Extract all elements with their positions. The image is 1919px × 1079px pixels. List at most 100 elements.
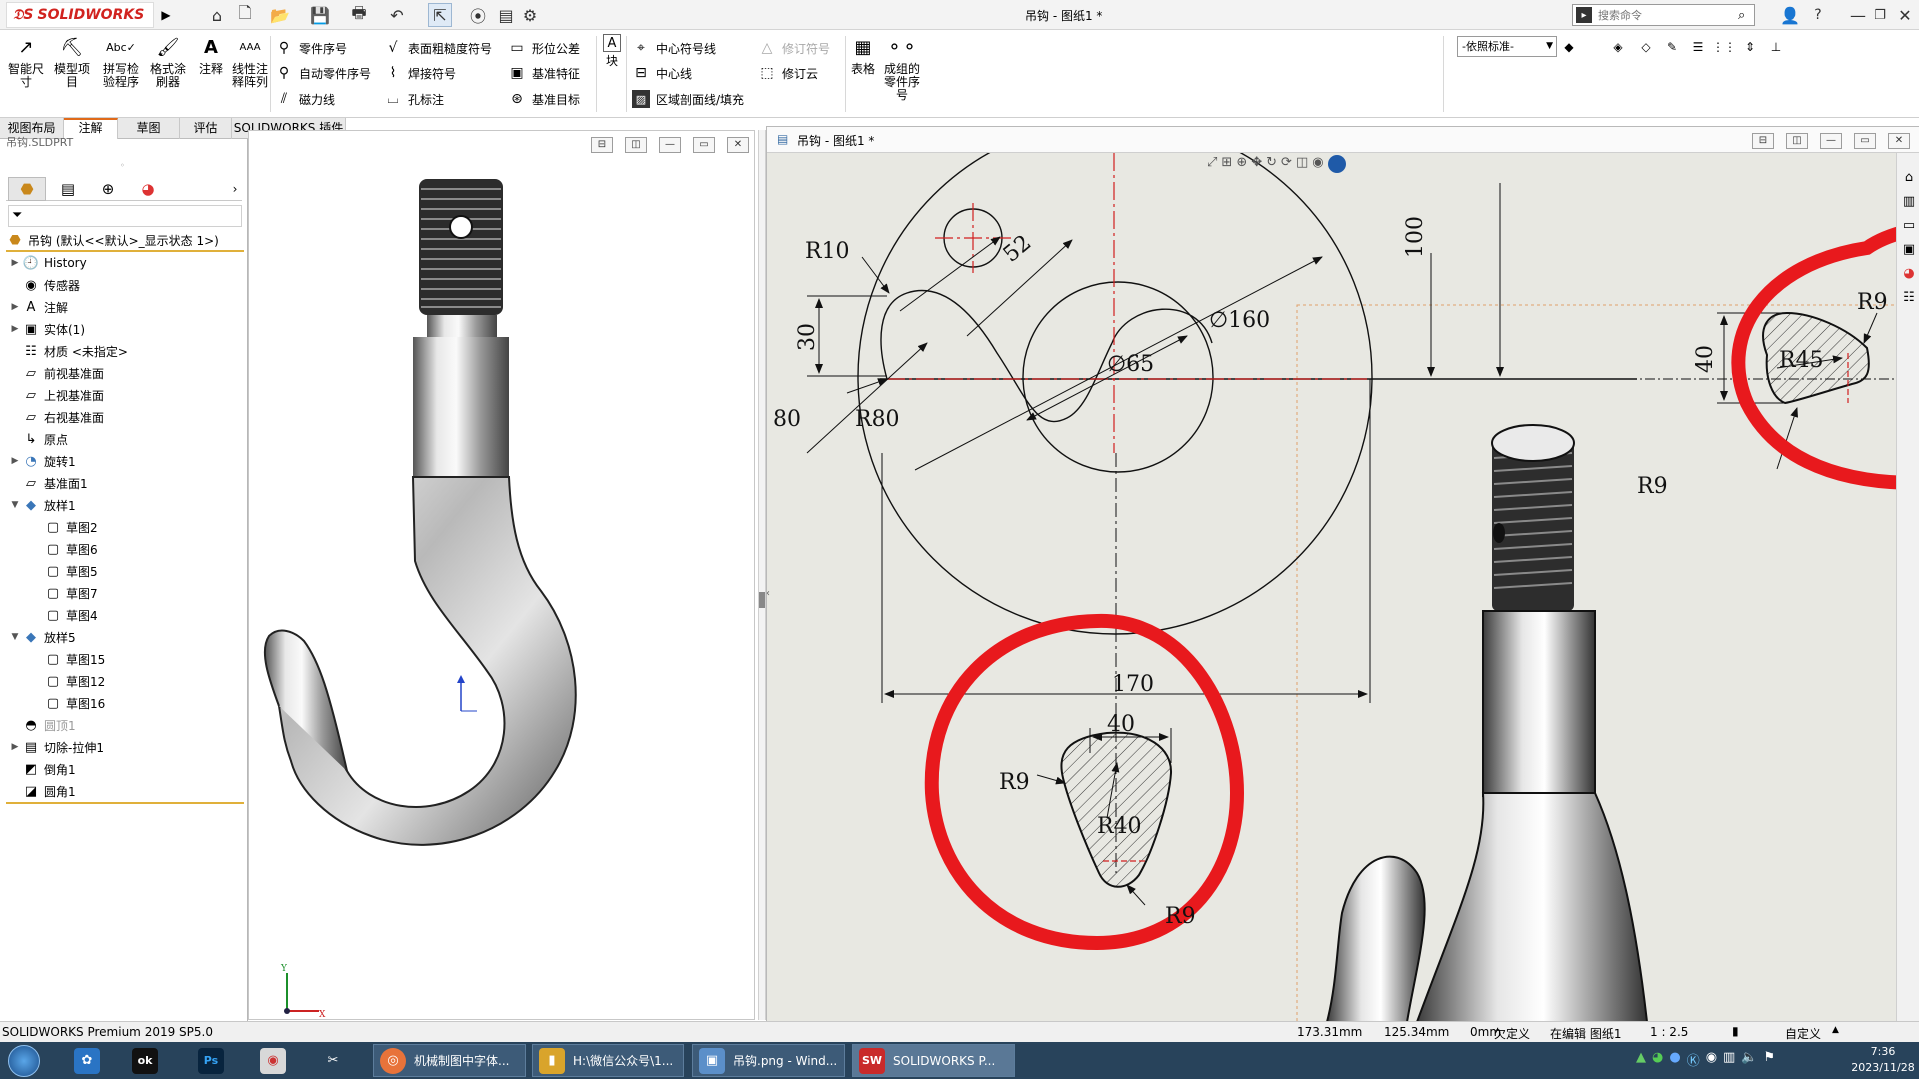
align-icon[interactable]: ⊥ xyxy=(1766,38,1786,56)
print-icon[interactable]: 🖶 xyxy=(347,3,371,27)
tray-wechat-icon[interactable]: ◕ xyxy=(1652,1050,1663,1069)
feature-tree-item[interactable]: ▶ ▣ 实体(1) xyxy=(8,318,85,340)
line-color-icon[interactable]: ◈ xyxy=(1608,38,1628,56)
feature-tree-root[interactable]: ⬣ 吊钩 (默认<<默认>_显示状态 1>) xyxy=(6,230,244,252)
datum-target-button[interactable]: ⊛ 基准目标 xyxy=(508,88,580,110)
tab-evaluate[interactable]: 评估 xyxy=(180,118,232,139)
open-icon[interactable]: 📂 xyxy=(268,3,292,27)
layer-select[interactable]: -依照标准- ▼ xyxy=(1457,36,1557,57)
revision-cloud-button[interactable]: ⬚ 修订云 xyxy=(758,62,818,84)
tray-k-icon[interactable]: Ⓚ xyxy=(1687,1050,1700,1069)
spell-checker-button[interactable]: Abc✓ 拼写检 验程序 xyxy=(99,34,143,89)
undo-icon[interactable]: ↶ xyxy=(385,3,409,27)
zoom-to-area-icon[interactable]: ⊞ xyxy=(1221,155,1232,177)
feature-tree-item[interactable]: ▢ 草图5 xyxy=(30,560,98,582)
feature-tree-item[interactable]: ▢ 草图16 xyxy=(30,692,105,714)
user-icon[interactable]: 👤 xyxy=(1778,3,1802,27)
drawing-left-splitter[interactable]: ‹ xyxy=(766,588,778,628)
geometric-tolerance-button[interactable]: ▭ 形位公差 xyxy=(508,37,580,59)
linear-note-pattern-button[interactable]: AAA 线性注 释阵列 xyxy=(228,34,272,89)
appearances-icon[interactable]: ◕ xyxy=(1899,263,1919,283)
pan-icon[interactable]: ✥ xyxy=(1251,155,1262,177)
feature-manager-tab-icon[interactable]: ⬣ xyxy=(8,177,46,201)
taskbar-pinned-4[interactable]: ◉ xyxy=(254,1044,294,1077)
redraw-icon[interactable]: ⟳ xyxy=(1281,155,1292,177)
expand-arrow-icon[interactable]: ▼ xyxy=(8,632,22,642)
solidworks-resources-icon[interactable]: ⌂ xyxy=(1899,167,1919,187)
hide-show-items-icon[interactable]: ◉ xyxy=(1312,155,1323,177)
balloon-button[interactable]: ⚲ 零件序号 xyxy=(275,37,347,59)
clock[interactable]: 7:36 2023/11/28 xyxy=(1848,1044,1918,1076)
taskbar-pinned-1[interactable]: ✿ xyxy=(68,1044,108,1077)
solidworks-logo[interactable]: 𝔇S SOLIDWORKS xyxy=(6,2,154,28)
tray-network-icon[interactable]: ▥ xyxy=(1723,1050,1735,1069)
taskbar-pinned-3[interactable]: Ps xyxy=(192,1044,232,1077)
viewport-splitter[interactable] xyxy=(758,130,766,1020)
expand-arrow-icon[interactable]: ▶ xyxy=(8,302,22,312)
traffic-light-icon[interactable]: ⦿ xyxy=(466,3,490,27)
property-manager-tab-icon[interactable]: ▤ xyxy=(50,177,86,201)
drawing-tile-vertical-icon[interactable]: ◫ xyxy=(1786,133,1808,149)
tray-green-icon[interactable]: ▲ xyxy=(1636,1050,1646,1069)
taskbar-window-4[interactable]: SW SOLIDWORKS P... xyxy=(852,1044,1015,1077)
taskbar-pinned-5[interactable]: ✂ xyxy=(314,1044,354,1077)
tray-blue-icon[interactable]: ● xyxy=(1669,1050,1680,1069)
weld-symbol-button[interactable]: ⌇ 焊接符号 xyxy=(384,62,456,84)
feature-tree-item[interactable]: ◓ 圆顶1 xyxy=(8,714,75,736)
expand-arrow-icon[interactable]: ▶ xyxy=(8,324,22,334)
configuration-manager-tab-icon[interactable]: ⊕ xyxy=(90,177,126,201)
feature-tree-item[interactable]: ▢ 草图15 xyxy=(30,648,105,670)
hook-isometric-view[interactable] xyxy=(1325,424,1649,1022)
feature-tree-item[interactable]: ◪ 圆角1 xyxy=(8,780,76,802)
rebuild-icon[interactable]: ▮ xyxy=(1732,1024,1739,1038)
hide-show-edges-icon[interactable]: ☰ xyxy=(1688,38,1708,56)
minimize-icon[interactable]: — xyxy=(1846,3,1870,27)
hole-callout-button[interactable]: ⌴ 孔标注 xyxy=(384,88,444,110)
options-gear-icon[interactable]: ⚙ xyxy=(518,3,542,27)
taskbar-window-1[interactable]: ◎ 机械制图中字体... xyxy=(373,1044,526,1077)
restore-icon[interactable]: ❐ xyxy=(1868,3,1892,27)
line-thickness-icon[interactable]: ◇ xyxy=(1636,38,1656,56)
appearance-sphere-icon[interactable] xyxy=(1327,155,1346,173)
close-icon[interactable]: ✕ xyxy=(1893,3,1917,27)
feature-tree-item[interactable]: ▱ 基准面1 xyxy=(8,472,88,494)
layer-properties-icon[interactable]: ◆ xyxy=(1560,38,1578,56)
splitter-grip-icon[interactable] xyxy=(759,592,765,608)
drawing-maximize-icon[interactable]: ▭ xyxy=(1854,133,1876,149)
model-viewport[interactable]: ⊟ ◫ — ▭ ✕ Y X xyxy=(248,130,755,1020)
panel-expand-arrow-icon[interactable]: › xyxy=(228,177,242,201)
custom-properties-icon[interactable]: ☷ xyxy=(1899,287,1919,307)
centerline-button[interactable]: ⊟ 中心线 xyxy=(632,62,692,84)
start-button-icon[interactable] xyxy=(8,1045,40,1077)
design-library-icon[interactable]: ▥ xyxy=(1899,191,1919,211)
command-search-box[interactable]: ▸ ⌕ xyxy=(1572,4,1755,26)
expand-arrow-icon[interactable]: ▶ xyxy=(8,258,22,268)
magnetic-line-button[interactable]: ⫽ 磁力线 xyxy=(275,88,335,110)
color-display-mode-icon[interactable]: ⋮⋮ xyxy=(1712,38,1736,56)
datum-feature-button[interactable]: ▣ 基准特征 xyxy=(508,62,580,84)
model-items-button[interactable]: ⛏ 模型项 目 xyxy=(50,34,94,89)
save-icon[interactable]: 💾 xyxy=(308,3,332,27)
search-icon[interactable]: ⌕ xyxy=(1738,8,1745,23)
zoom-to-fit-icon[interactable]: ⤢ xyxy=(1207,155,1217,177)
feature-tree-item[interactable]: ↳ 原点 xyxy=(8,428,68,450)
hook-3d-model[interactable]: Y X xyxy=(249,131,756,1021)
feature-tree-item[interactable]: ▢ 草图12 xyxy=(30,670,105,692)
line-style-icon[interactable]: ✎ xyxy=(1662,38,1682,56)
feature-tree-item[interactable]: ▶ 🕘 History xyxy=(8,252,87,274)
file-explorer-icon[interactable]: ▭ xyxy=(1899,215,1919,235)
feature-tree-item[interactable]: ▢ 草图7 xyxy=(30,582,98,604)
feature-tree-item[interactable]: ◉ 传感器 xyxy=(8,274,80,296)
view-palette-icon[interactable]: ▣ xyxy=(1899,239,1919,259)
block-button[interactable]: A 块 xyxy=(600,34,624,68)
expand-arrow-icon[interactable]: ▶ xyxy=(8,742,22,752)
display-manager-tab-icon[interactable]: ◕ xyxy=(130,177,166,201)
feature-tree-item[interactable]: ▢ 草图4 xyxy=(30,604,98,626)
select-icon[interactable]: ⇱ xyxy=(428,3,452,27)
feature-tree-item[interactable]: ▱ 前视基准面 xyxy=(8,362,104,384)
tables-button[interactable]: ▦ 表格 xyxy=(849,34,877,76)
feature-tree-item[interactable]: ▼ ◆ 放样1 xyxy=(8,494,76,516)
expand-arrow-icon[interactable]: ▶ xyxy=(8,456,22,466)
revision-symbol-button[interactable]: △ 修订符号 xyxy=(758,37,830,59)
stacked-balloon-button[interactable]: ⚬⚬ 成组的 零件序 号 xyxy=(880,34,924,102)
